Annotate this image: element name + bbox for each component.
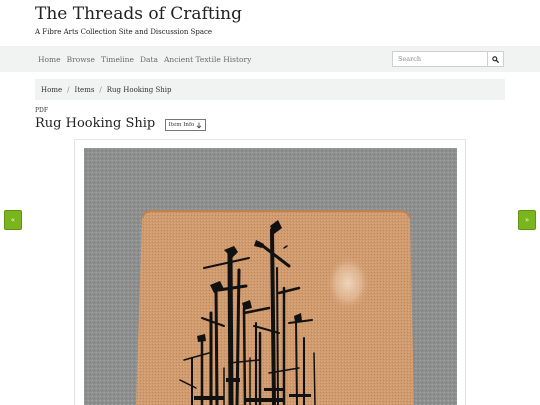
previous-item-button[interactable]: « [4, 210, 22, 230]
nav-item-browse[interactable]: Browse [67, 55, 95, 64]
breadcrumb-items[interactable]: Items [74, 86, 94, 94]
nav-item-ancient-textile-history[interactable]: Ancient Textile History [164, 55, 251, 64]
page-title: Rug Hooking Ship [35, 116, 156, 131]
breadcrumb-separator: / [67, 85, 70, 94]
breadcrumb-home[interactable]: Home [41, 86, 62, 94]
item-info-label: Item Info [168, 122, 195, 128]
search-button[interactable] [487, 51, 504, 67]
rug-image [84, 148, 457, 405]
breadcrumb-separator: / [99, 85, 102, 94]
site-title[interactable]: The Threads of Crafting [35, 4, 242, 24]
nav-item-timeline[interactable]: Timeline [101, 55, 134, 64]
search-form [392, 51, 504, 67]
item-info-button[interactable]: Item Info [165, 119, 206, 131]
breadcrumb-current: Rug Hooking Ship [106, 85, 172, 94]
next-item-button[interactable]: » [518, 210, 536, 230]
site-header: The Threads of Crafting A Fibre Arts Col… [0, 0, 540, 46]
arrow-down-icon [197, 121, 202, 129]
nav-item-home[interactable]: Home [38, 55, 61, 64]
rug-photo[interactable] [84, 148, 457, 405]
breadcrumb: Home / Items / Rug Hooking Ship [35, 79, 505, 100]
format-label: PDF [35, 107, 49, 114]
nav-item-data[interactable]: Data [140, 55, 158, 64]
item-image-viewer [74, 139, 466, 405]
site-tagline: A Fibre Arts Collection Site and Discuss… [35, 28, 213, 36]
search-input[interactable] [392, 51, 487, 67]
nav-links: Home Browse Timeline Data Ancient Textil… [38, 46, 251, 72]
search-icon [492, 55, 499, 63]
